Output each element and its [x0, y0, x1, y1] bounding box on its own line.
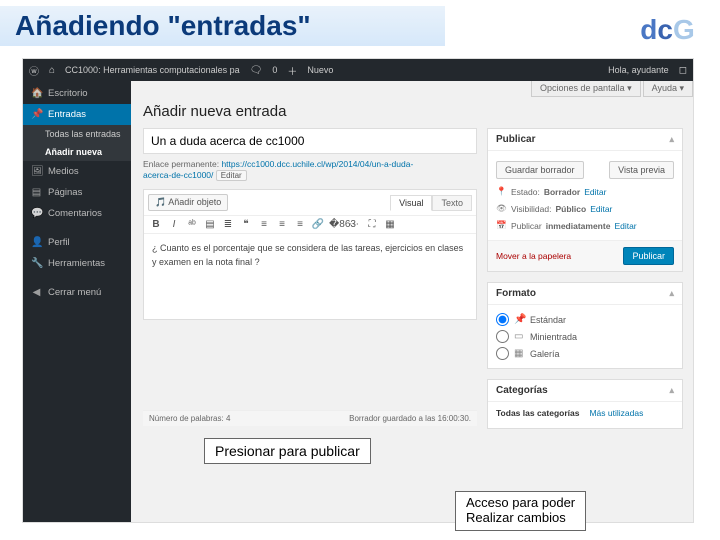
- align-right-icon[interactable]: ≡: [293, 219, 307, 230]
- edit-schedule-link[interactable]: Editar: [614, 221, 636, 231]
- unlink-icon[interactable]: �863: [329, 219, 343, 230]
- sidebar-collapse[interactable]: ◀Cerrar menú: [23, 282, 131, 303]
- fullscreen-icon[interactable]: ⛶: [365, 219, 379, 230]
- categories-panel: Categorías▴ Todas las categorías Más uti…: [487, 379, 683, 429]
- pin-icon: 📌: [514, 314, 525, 325]
- add-media-button[interactable]: 🎵 Añadir objeto: [148, 194, 228, 211]
- quote-icon[interactable]: ❝: [239, 219, 253, 230]
- permalink-label: Enlace permanente:: [143, 159, 219, 169]
- dcc-logo: dcG: [625, 2, 710, 57]
- tools-icon: 🔧: [31, 258, 42, 269]
- sidebar-sub-all-posts[interactable]: Todas las entradas: [23, 125, 131, 143]
- format-panel: Formato▴ 📌Estándar ▭Minientrada ▦Galería: [487, 282, 683, 369]
- dashboard-icon: 🏠: [31, 88, 42, 99]
- aside-icon: ▭: [514, 331, 525, 342]
- pages-icon: ▤: [31, 187, 42, 198]
- eye-icon: 👁: [496, 203, 507, 214]
- new-label[interactable]: Nuevo: [307, 65, 333, 75]
- toggle-toolbar-icon[interactable]: ▦: [383, 219, 397, 230]
- sidebar-sub-add-new[interactable]: Añadir nueva: [23, 143, 131, 161]
- chevron-up-icon[interactable]: ▴: [669, 134, 674, 145]
- preview-button[interactable]: Vista previa: [609, 161, 674, 179]
- tab-visual[interactable]: Visual: [390, 195, 432, 211]
- format-gallery[interactable]: ▦Galería: [496, 345, 674, 362]
- pin-icon: 📍: [496, 186, 507, 197]
- pin-icon: 📌: [31, 109, 42, 120]
- post-title-input[interactable]: [143, 128, 477, 154]
- cat-tab-all[interactable]: Todas las categorías: [496, 408, 579, 418]
- publish-button[interactable]: Publicar: [623, 247, 674, 265]
- sidebar-item-posts[interactable]: 📌Entradas: [23, 104, 131, 125]
- publish-panel: Publicar▴ Guardar borrador Vista previa …: [487, 128, 683, 272]
- more-icon[interactable]: ⋯: [347, 219, 361, 230]
- chevron-up-icon[interactable]: ▴: [669, 288, 674, 299]
- editor-box: 🎵 Añadir objeto Visual Texto B I ᵃᵇ ▤ ≣: [143, 189, 477, 320]
- permalink-url[interactable]: https://cc1000.dcc.uchile.cl/wp/2014/04/…: [221, 159, 413, 169]
- calendar-icon: 📅: [496, 220, 507, 231]
- ol-icon[interactable]: ≣: [221, 219, 235, 230]
- ul-icon[interactable]: ▤: [203, 219, 217, 230]
- page-title: Añadir nueva entrada: [143, 103, 683, 120]
- media-icon: 🖼: [31, 166, 42, 177]
- tab-text[interactable]: Texto: [432, 195, 472, 211]
- sidebar-item-profile[interactable]: 👤Perfil: [23, 232, 131, 253]
- format-standard[interactable]: 📌Estándar: [496, 311, 674, 328]
- greeting[interactable]: Hola, ayudante: [608, 65, 669, 75]
- bold-icon[interactable]: B: [149, 219, 163, 230]
- edit-visibility-link[interactable]: Editar: [590, 204, 612, 214]
- sidebar-item-comments[interactable]: 💬Comentarios: [23, 203, 131, 224]
- admin-bar: ⓦ ⌂ CC1000: Herramientas computacionales…: [23, 59, 693, 81]
- italic-icon[interactable]: I: [167, 219, 181, 230]
- link-icon[interactable]: 🔗: [311, 219, 325, 230]
- new-icon[interactable]: ＋: [287, 63, 297, 78]
- cat-tab-mostused[interactable]: Más utilizadas: [589, 408, 643, 418]
- strike-icon[interactable]: ᵃᵇ: [185, 219, 199, 230]
- avatar-icon[interactable]: ◻: [679, 65, 687, 76]
- editor-footer: Número de palabras: 4 Borrador guardado …: [143, 410, 477, 426]
- gallery-icon: ▦: [514, 348, 525, 359]
- help-tab[interactable]: Ayuda ▾: [643, 81, 693, 97]
- site-home-icon[interactable]: ⌂: [49, 65, 55, 76]
- edit-slug-button[interactable]: Editar: [216, 170, 247, 181]
- editor-content[interactable]: ¿ Cuanto es el porcentaje que se conside…: [144, 234, 476, 319]
- move-to-trash-link[interactable]: Mover a la papelera: [496, 251, 571, 261]
- sidebar-item-media[interactable]: 🖼Medios: [23, 161, 131, 182]
- sidebar-item-pages[interactable]: ▤Páginas: [23, 182, 131, 203]
- callout-press-to-publish: Presionar para publicar: [204, 438, 371, 464]
- comments-icon: 💬: [31, 208, 42, 219]
- permalink-row: Enlace permanente: https://cc1000.dcc.uc…: [143, 159, 477, 181]
- edit-status-link[interactable]: Editar: [584, 187, 606, 197]
- profile-icon: 👤: [31, 237, 42, 248]
- slide-title: Añadiendo "entradas": [15, 10, 311, 42]
- collapse-icon: ◀: [31, 287, 42, 298]
- chevron-up-icon[interactable]: ▴: [669, 385, 674, 396]
- draft-saved-text: Borrador guardado a las 16:00:30.: [349, 414, 471, 423]
- permalink-slug[interactable]: acerca-de-cc1000/: [143, 170, 213, 180]
- comments-icon[interactable]: 🗨: [250, 65, 263, 76]
- align-center-icon[interactable]: ≡: [275, 219, 289, 230]
- editor-toolbar: B I ᵃᵇ ▤ ≣ ❝ ≡ ≡ ≡ 🔗 �863 ⋯ ⛶: [144, 216, 476, 234]
- format-aside[interactable]: ▭Minientrada: [496, 328, 674, 345]
- sidebar-item-tools[interactable]: 🔧Herramientas: [23, 253, 131, 274]
- screen-options-tab[interactable]: Opciones de pantalla ▾: [531, 81, 641, 97]
- save-draft-button[interactable]: Guardar borrador: [496, 161, 584, 179]
- align-left-icon[interactable]: ≡: [257, 219, 271, 230]
- wp-logo-icon[interactable]: ⓦ: [29, 63, 39, 78]
- admin-sidebar: 🏠Escritorio 📌Entradas Todas las entradas…: [23, 81, 131, 522]
- sidebar-item-dashboard[interactable]: 🏠Escritorio: [23, 83, 131, 104]
- callout-access-changes: Acceso para poderRealizar cambios: [455, 491, 586, 531]
- comments-count[interactable]: 0: [272, 65, 277, 75]
- site-name[interactable]: CC1000: Herramientas computacionales pa: [65, 65, 240, 75]
